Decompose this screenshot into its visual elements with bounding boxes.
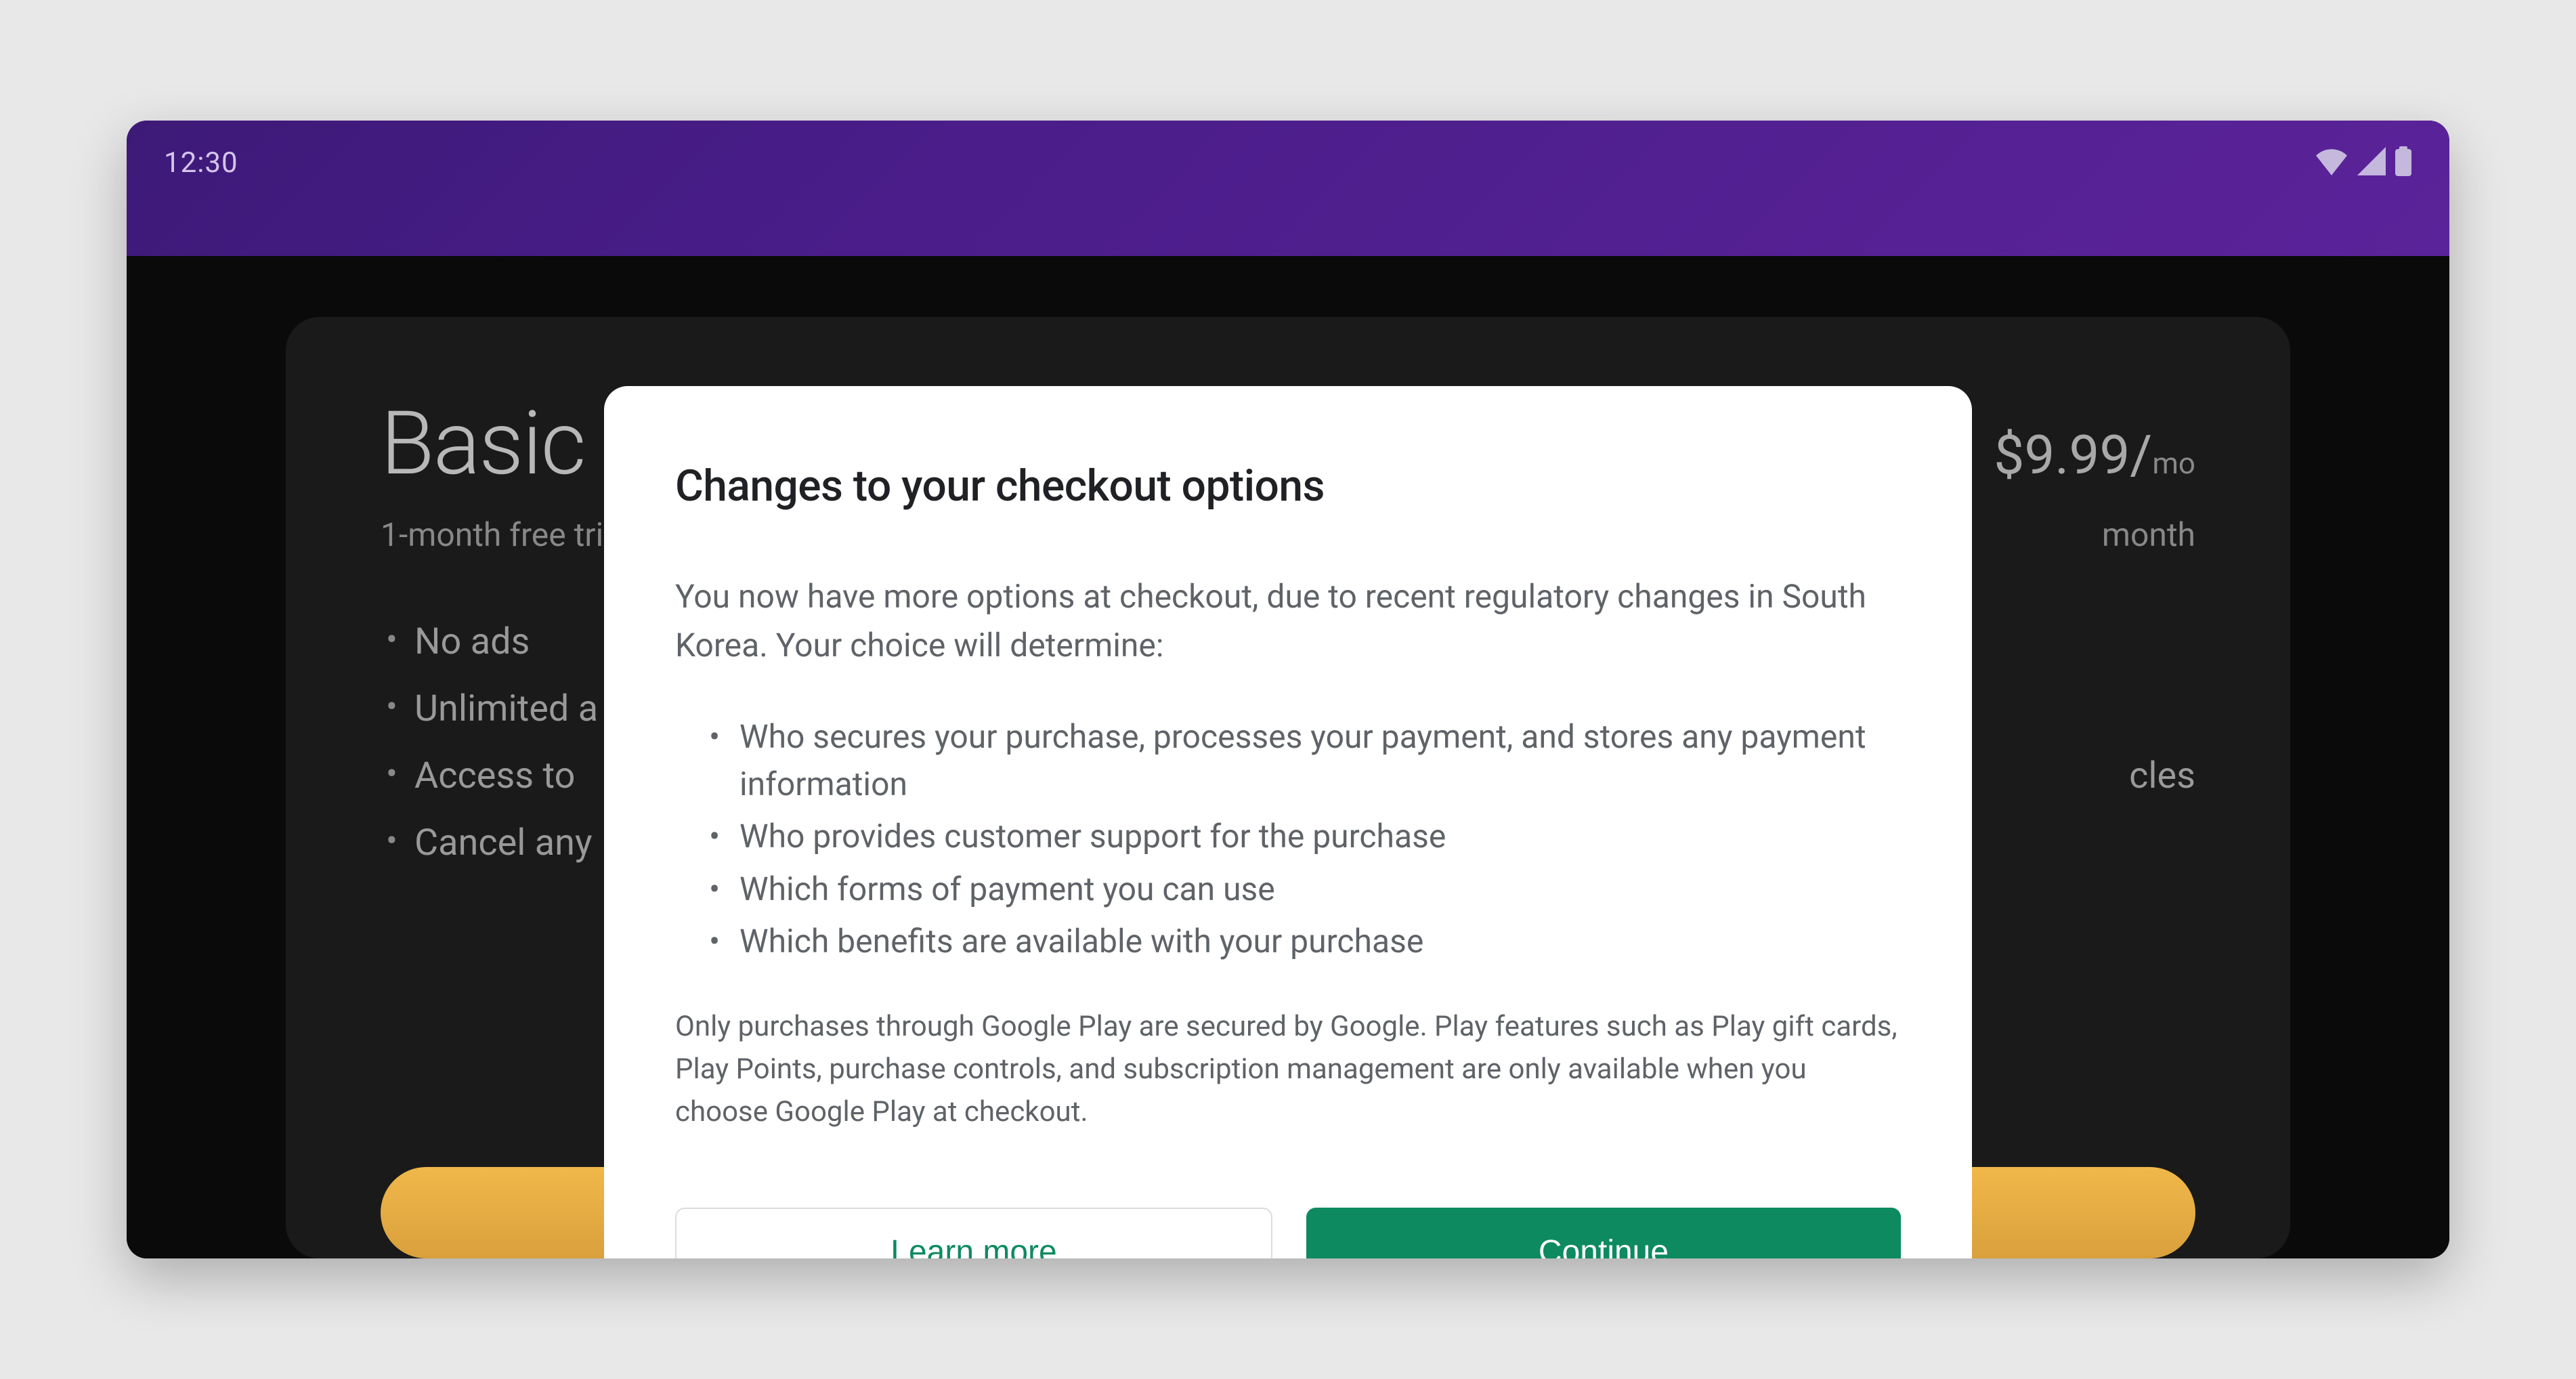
modal-footnote: Only purchases through Google Play are s… [675, 1005, 1901, 1133]
modal-intro: You now have more options at checkout, d… [675, 572, 1901, 670]
device-frame: 12:30 Basic $9.99/mo 1-month free trial … [127, 121, 2449, 1258]
modal-bullet-list: Who secures your purchase, processes you… [675, 710, 1901, 968]
modal-title: Changes to your checkout options [675, 461, 1901, 511]
modal-bullet-item: Who secures your purchase, processes you… [702, 710, 1901, 810]
modal-actions: Learn more Continue [675, 1208, 1901, 1258]
modal-overlay: Changes to your checkout options You now… [127, 121, 2449, 1258]
checkout-options-modal: Changes to your checkout options You now… [604, 386, 1972, 1258]
modal-bullet-item: Which forms of payment you can use [702, 863, 1901, 916]
continue-button[interactable]: Continue [1306, 1208, 1901, 1258]
learn-more-button[interactable]: Learn more [675, 1208, 1272, 1258]
modal-bullet-item: Which benefits are available with your p… [702, 915, 1901, 968]
modal-bullet-item: Who provides customer support for the pu… [702, 810, 1901, 863]
